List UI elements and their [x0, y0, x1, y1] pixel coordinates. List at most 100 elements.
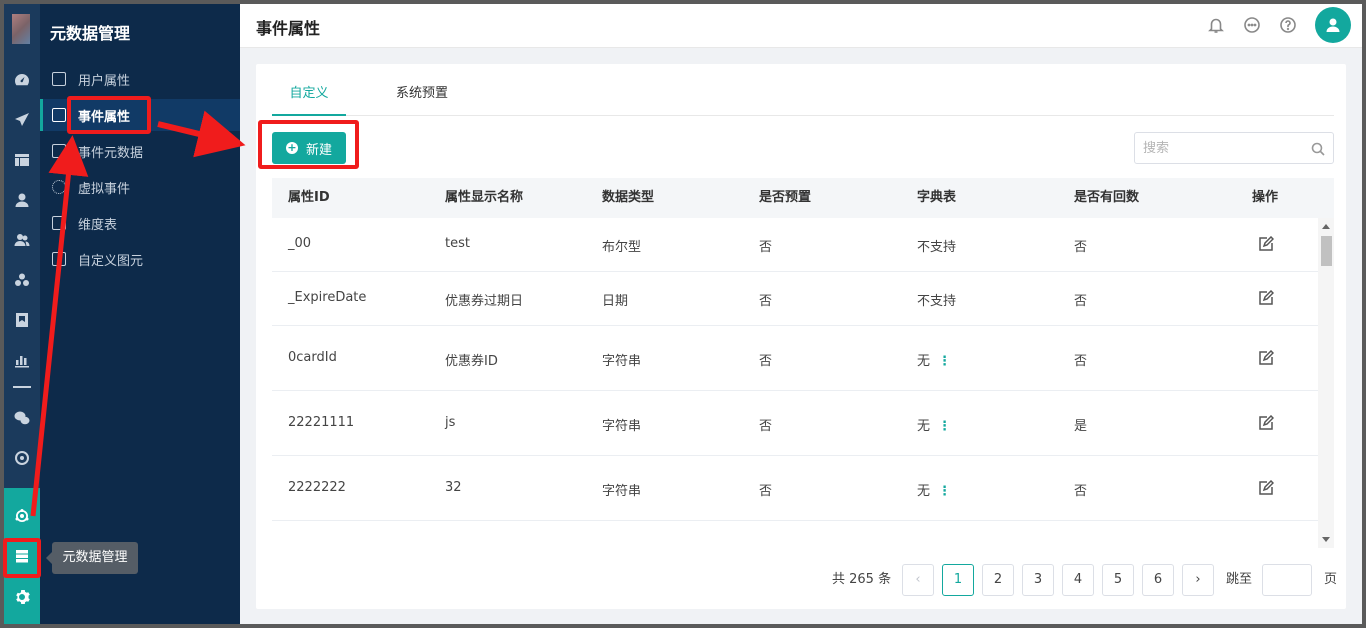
column-header: 属性显示名称 [445, 190, 524, 205]
cell-text: 字符串 [602, 418, 642, 434]
more-options-icon[interactable]: ⋮ [938, 484, 951, 499]
help-icon[interactable] [1279, 16, 1297, 34]
cell-preset: 否 [759, 350, 772, 369]
cell-text: _00 [288, 236, 312, 251]
cell-text: test [445, 236, 470, 251]
settings-icon[interactable] [4, 579, 40, 615]
cell-text: 字符串 [602, 353, 642, 369]
network-icon[interactable] [4, 498, 40, 534]
sidebar-item-dimension-tables[interactable]: 维度表 [40, 207, 240, 239]
cell-preset: 否 [759, 290, 772, 309]
cell-text: 22221111 [288, 414, 355, 430]
more-options-icon[interactable]: ⋮ [938, 419, 951, 434]
box-icon [52, 252, 66, 266]
edit-icon[interactable] [1258, 235, 1275, 252]
send-icon[interactable] [4, 102, 40, 138]
column-header: 是否预置 [759, 190, 812, 205]
sidebar-item-custom-elements[interactable]: 自定义图元 [40, 243, 240, 275]
cell-dict: 无 ⋮ [917, 480, 951, 499]
cell-id: 0cardId [288, 350, 337, 365]
cluster-icon[interactable] [4, 262, 40, 298]
cell-preset: 否 [759, 480, 772, 499]
edit-icon[interactable] [1258, 414, 1275, 431]
page-button[interactable]: 4 [1062, 564, 1094, 596]
cell-back: 否 [1074, 350, 1087, 369]
sidebar-item-label: 用户属性 [78, 73, 131, 89]
dashboard-icon[interactable] [4, 62, 40, 98]
wechat-icon[interactable] [4, 400, 40, 436]
search-box[interactable] [1134, 132, 1334, 164]
cell-text: 2222222 [288, 479, 346, 495]
cell-type: 布尔型 [602, 236, 641, 255]
logo [12, 14, 30, 44]
app-window: 元数据管理 用户属性 事件属性 事件元数据 虚拟事件 维度表 自定义图元 事件属… [4, 4, 1362, 624]
cell-name: 优惠券过期日 [445, 290, 523, 309]
users-icon[interactable] [4, 222, 40, 258]
page-button[interactable]: 5 [1102, 564, 1134, 596]
cell-text: 否 [759, 294, 773, 309]
edit-icon[interactable] [1258, 479, 1275, 496]
document-icon [52, 72, 66, 86]
scroll-up-icon[interactable] [1322, 224, 1330, 229]
cell-name: 优惠券ID [445, 350, 498, 369]
layout-icon[interactable] [4, 142, 40, 178]
cell-text: 否 [1074, 353, 1088, 369]
sidebar-item-label: 自定义图元 [78, 253, 144, 269]
page-suffix: 页 [1324, 572, 1338, 587]
prev-page-button[interactable]: ‹ [902, 564, 934, 596]
cell-id: 22221111 [288, 415, 354, 430]
page-button[interactable]: 3 [1022, 564, 1054, 596]
cell-text: 优惠券ID [445, 353, 498, 369]
target-icon[interactable] [4, 440, 40, 476]
next-page-button[interactable]: › [1182, 564, 1214, 596]
cell-id: 2222222 [288, 480, 346, 495]
avatar-icon[interactable] [1315, 7, 1351, 43]
edit-icon[interactable] [1258, 349, 1275, 366]
total-count: 共 265 条 [832, 572, 892, 587]
sidebar-item-label: 事件元数据 [78, 145, 144, 161]
content-card: 自定义 系统预置 + 新建 属性ID 属性显示名称 数据类型 是否预置 字典表 … [256, 64, 1346, 609]
cell-back: 是 [1074, 415, 1087, 434]
message-icon[interactable] [1243, 16, 1261, 34]
column-header: 数据类型 [602, 190, 655, 205]
sidebar-item-virtual-events[interactable]: 虚拟事件 [40, 171, 240, 203]
tab-system-preset[interactable]: 系统预置 [382, 76, 462, 116]
scroll-down-icon[interactable] [1322, 537, 1330, 542]
cell-dict: 无 ⋮ [917, 350, 951, 369]
bookmark-icon[interactable] [4, 302, 40, 338]
more-options-icon[interactable]: ⋮ [938, 354, 951, 369]
column-header: 字典表 [917, 190, 957, 205]
page-button[interactable]: 1 [942, 564, 974, 596]
tooltip: 元数据管理 [46, 542, 138, 574]
cell-type: 日期 [602, 290, 628, 309]
user-icon[interactable] [4, 182, 40, 218]
cell-text: 0cardId [288, 349, 337, 365]
sidebar-item-event-metadata[interactable]: 事件元数据 [40, 135, 240, 167]
tab-custom[interactable]: 自定义 [272, 76, 346, 116]
bell-icon[interactable] [1207, 16, 1225, 34]
bar-chart-icon[interactable] [4, 342, 40, 378]
table-body: _00 test 布尔型否不支持否 _ExpireDate 优惠券过期日 日期否不支持否 0… [272, 218, 1318, 548]
edit-icon[interactable] [1258, 289, 1275, 306]
cell-text: 无 [917, 418, 931, 434]
sidebar-item-user-attributes[interactable]: 用户属性 [40, 63, 240, 95]
page-button[interactable]: 6 [1142, 564, 1174, 596]
cell-text: 否 [759, 418, 773, 434]
cell-text: 否 [1074, 294, 1088, 309]
cell-dict: 不支持 [917, 236, 956, 255]
search-icon[interactable] [1311, 141, 1325, 156]
table-scrollbar[interactable] [1318, 218, 1334, 548]
annotation-box-rail [3, 538, 41, 578]
scroll-thumb[interactable] [1321, 236, 1332, 266]
sidebar-item-label: 虚拟事件 [78, 181, 131, 197]
table-row: 0cardId 优惠券ID 字符串 否 无 ⋮ 否 [272, 326, 1318, 391]
jump-page-input[interactable] [1262, 564, 1312, 596]
column-header: 属性ID [288, 190, 330, 205]
rail-divider [13, 386, 31, 388]
cell-type: 字符串 [602, 350, 641, 369]
cell-text: 布尔型 [602, 240, 642, 255]
table-row: 2222222 32 字符串否无 ⋮ 否 [272, 456, 1318, 521]
search-input[interactable] [1135, 133, 1295, 163]
cell-back: 否 [1074, 480, 1087, 499]
page-button[interactable]: 2 [982, 564, 1014, 596]
